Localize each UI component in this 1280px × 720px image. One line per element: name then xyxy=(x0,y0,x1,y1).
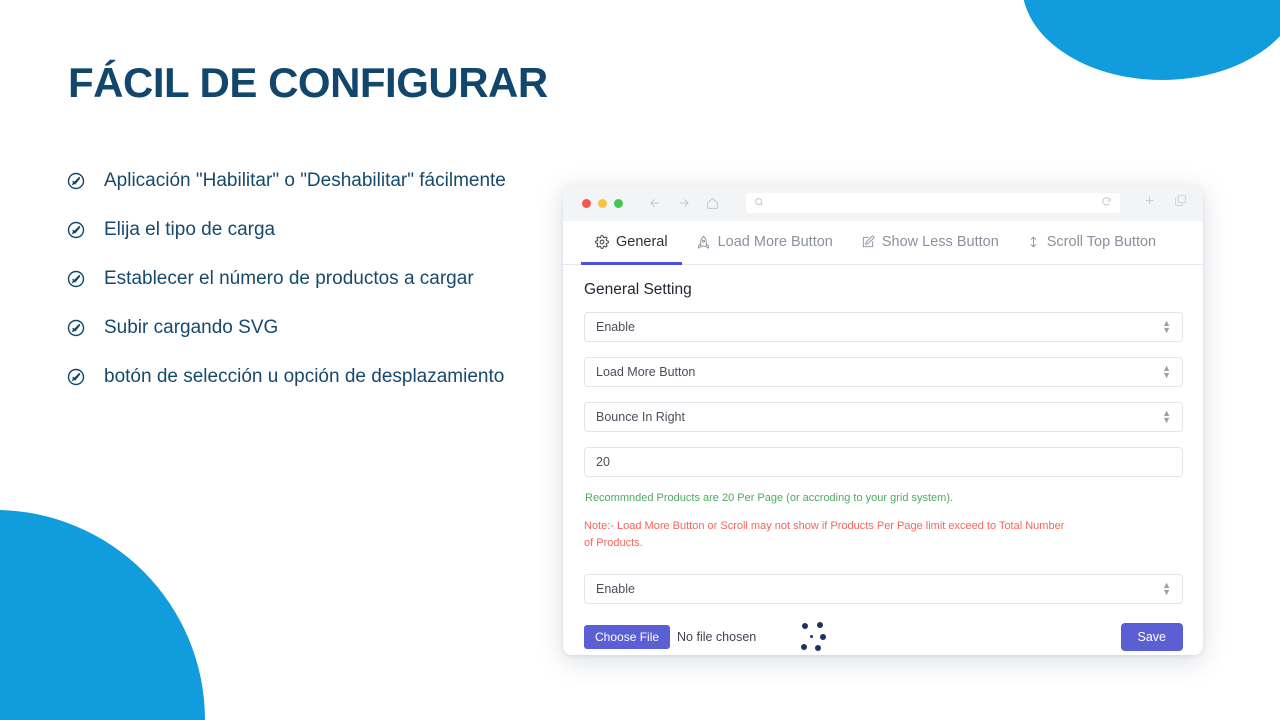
close-window-dot[interactable] xyxy=(582,198,591,208)
minimize-window-dot[interactable] xyxy=(598,198,607,208)
tab-show-less-button[interactable]: Show Less Button xyxy=(847,222,1013,265)
reload-icon[interactable] xyxy=(1101,194,1112,212)
loading-dots-spinner xyxy=(798,619,834,655)
select-value: Load More Button xyxy=(596,365,696,379)
chevron-updown-icon: ▲ ▼ xyxy=(1162,580,1171,598)
section-title: General Setting xyxy=(584,281,692,298)
chevron-updown-icon: ▲ ▼ xyxy=(1162,318,1171,335)
browser-right-icons xyxy=(1143,194,1187,212)
home-icon[interactable] xyxy=(706,197,719,210)
save-button[interactable]: Save xyxy=(1120,622,1183,652)
load-type-select[interactable]: Load More Button ▲ ▼ xyxy=(584,357,1183,387)
tab-overview-icon[interactable] xyxy=(1174,194,1187,212)
list-item-label: Subir cargando SVG xyxy=(104,316,279,338)
list-item: botón de selección u opción de desplazam… xyxy=(66,364,536,391)
check-circle-icon xyxy=(66,220,86,240)
list-item: Establecer el número de productos a carg… xyxy=(66,266,536,293)
tab-label: Scroll Top Button xyxy=(1046,234,1157,250)
gear-icon xyxy=(595,235,609,249)
rocket-icon xyxy=(696,235,711,250)
form-footer: Choose File No file chosen Save xyxy=(584,619,1183,655)
page-title: FÁCIL DE CONFIGURAR xyxy=(68,59,548,106)
list-item-label: Aplicación "Habilitar" o "Deshabilitar" … xyxy=(104,170,506,191)
select-value: Enable xyxy=(596,320,635,334)
select-value: Enable xyxy=(596,582,635,597)
feature-list: Aplicación "Habilitar" o "Deshabilitar" … xyxy=(66,168,536,413)
list-item: Aplicación "Habilitar" o "Deshabilitar" … xyxy=(66,168,536,195)
list-item: Elija el tipo de carga xyxy=(66,217,536,244)
list-item-label: Establecer el número de productos a carg… xyxy=(104,267,474,289)
edit-square-icon xyxy=(861,235,875,249)
browser-nav-icons xyxy=(648,196,719,210)
products-per-page-input[interactable]: 20 xyxy=(584,447,1183,477)
list-item: Subir cargando SVG xyxy=(66,315,536,342)
tab-label: Show Less Button xyxy=(881,234,999,250)
animation-select[interactable]: Bounce In Right ▲ ▼ xyxy=(584,402,1183,432)
list-item-label: Elija el tipo de carga xyxy=(104,218,276,240)
window-traffic-lights xyxy=(582,198,623,208)
select-value: Bounce In Right xyxy=(596,410,685,424)
url-address-bar[interactable] xyxy=(746,193,1120,213)
up-down-arrow-icon xyxy=(1027,235,1040,249)
chevron-updown-icon: ▲ ▼ xyxy=(1162,363,1171,380)
choose-file-button[interactable]: Choose File xyxy=(584,625,671,650)
file-status-label: No file chosen xyxy=(677,630,757,645)
general-settings-form: General Setting Enable ▲ ▼ Load More Butt… xyxy=(563,265,1203,655)
loader-enable-select[interactable]: Enable ▲ ▼ xyxy=(584,574,1183,605)
browser-window-mockup: General Load More Button Show Less Butto… xyxy=(563,185,1203,655)
tab-scroll-top-button[interactable]: Scroll Top Button xyxy=(1013,222,1170,265)
forward-arrow-icon[interactable] xyxy=(677,196,691,210)
maximize-window-dot[interactable] xyxy=(614,198,623,208)
new-tab-plus-icon[interactable] xyxy=(1143,194,1156,212)
check-circle-icon xyxy=(66,367,86,387)
back-arrow-icon[interactable] xyxy=(648,196,662,210)
tab-label: Load More Button xyxy=(717,234,833,250)
check-circle-icon xyxy=(66,171,86,191)
tab-load-more-button[interactable]: Load More Button xyxy=(682,222,847,265)
enable-module-select[interactable]: Enable ▲ ▼ xyxy=(584,312,1183,342)
tab-label: General xyxy=(616,234,668,250)
decorative-blob-bottom-left xyxy=(0,510,205,720)
browser-chrome-bar xyxy=(563,185,1203,221)
load-more-note: Note:- Load More Button or Scroll may no… xyxy=(584,520,1065,550)
check-circle-icon xyxy=(66,318,86,338)
chevron-updown-icon: ▲ ▼ xyxy=(1162,408,1171,425)
decorative-blob-top-right xyxy=(1022,0,1280,80)
tab-general[interactable]: General xyxy=(581,222,682,265)
input-value: 20 xyxy=(596,455,610,469)
list-item-label: botón de selección u opción de desplazam… xyxy=(104,365,505,387)
check-circle-icon xyxy=(66,269,86,289)
settings-tab-bar: General Load More Button Show Less Butto… xyxy=(563,221,1203,265)
recommended-products-hint: Recommnded Products are 20 Per Page (or … xyxy=(585,492,954,504)
search-icon xyxy=(754,194,764,212)
